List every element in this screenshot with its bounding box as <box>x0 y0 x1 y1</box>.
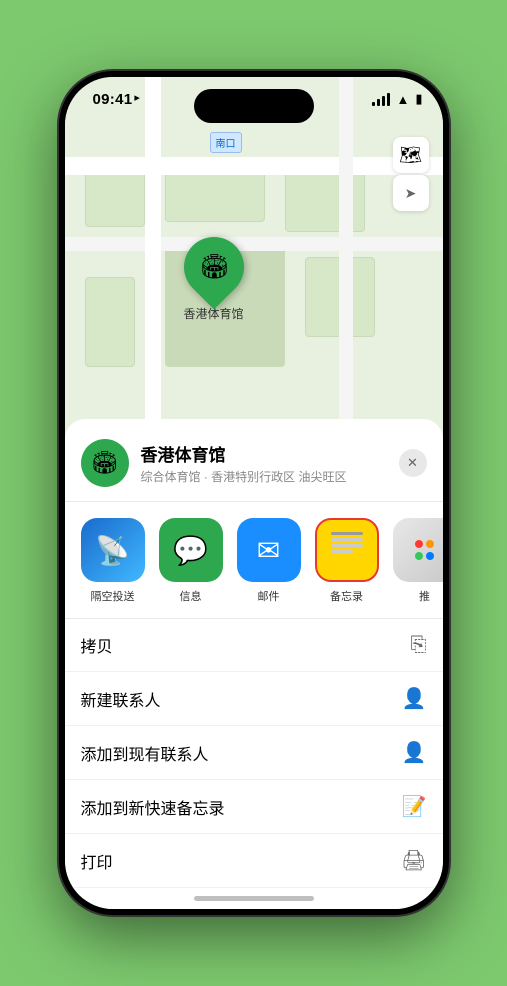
share-item-mail[interactable]: ✉ 邮件 <box>237 518 301 604</box>
mail-icon-wrap: ✉ <box>237 518 301 582</box>
battery-icon: ▮ <box>415 91 422 107</box>
airdrop-label: 隔空投送 <box>91 588 135 604</box>
airdrop-icon: 📡 <box>95 534 130 567</box>
home-indicator <box>194 896 314 901</box>
signal-bars-icon <box>372 93 390 106</box>
menu-item-new-contact[interactable]: 新建联系人 👤 <box>65 672 443 726</box>
map-type-icon: 🗺 <box>399 145 422 166</box>
map-label: 南口 <box>210 132 242 153</box>
airdrop-icon-wrap: 📡 <box>81 518 145 582</box>
add-note-icon: 📝 <box>402 794 427 819</box>
menu-item-copy[interactable]: 拷贝 ⎘ <box>65 619 443 672</box>
map-block <box>85 277 135 367</box>
menu-item-copy-label: 拷贝 <box>81 633 411 657</box>
venue-header: 🏟 香港体育馆 综合体育馆 · 香港特别行政区 油尖旺区 ✕ <box>65 435 443 502</box>
map-type-button[interactable]: 🗺 <box>393 137 429 173</box>
share-item-more[interactable]: 推 <box>393 518 443 604</box>
menu-item-add-note-label: 添加到新快速备忘录 <box>81 795 402 819</box>
new-contact-icon: 👤 <box>402 686 427 711</box>
menu-item-print-label: 打印 <box>81 849 402 873</box>
more-icon-wrap <box>393 518 443 582</box>
location-arrow-icon: ▸ <box>134 91 140 104</box>
location-button[interactable]: ➤ <box>393 175 429 211</box>
venue-icon-symbol: 🏟 <box>91 450 119 476</box>
mail-icon: ✉ <box>257 534 280 567</box>
print-icon: 🖨 <box>401 848 426 873</box>
map-controls: 🗺 ➤ <box>393 137 429 211</box>
venue-info: 香港体育馆 综合体育馆 · 香港特别行政区 油尖旺区 <box>141 441 399 485</box>
notes-label: 备忘录 <box>330 588 363 604</box>
wifi-icon: ▲ <box>396 92 409 107</box>
notes-icon-wrap <box>315 518 379 582</box>
message-icon-wrap: 💬 <box>159 518 223 582</box>
menu-item-new-contact-label: 新建联系人 <box>81 687 402 711</box>
location-icon: ➤ <box>405 185 417 202</box>
status-time: 09:41 <box>93 91 133 108</box>
menu-item-print[interactable]: 打印 🖨 <box>65 834 443 888</box>
map-block <box>165 167 265 222</box>
pin-circle: 🏟 <box>171 225 256 310</box>
mail-label: 邮件 <box>258 588 280 604</box>
bottom-sheet: 🏟 香港体育馆 综合体育馆 · 香港特别行政区 油尖旺区 ✕ 📡 隔空投送 <box>65 419 443 909</box>
venue-name: 香港体育馆 <box>141 441 399 466</box>
phone-screen: 09:41 ▸ ▲ ▮ <box>65 77 443 909</box>
share-item-airdrop[interactable]: 📡 隔空投送 <box>81 518 145 604</box>
share-row: 📡 隔空投送 💬 信息 ✉ 邮件 <box>65 502 443 619</box>
map-road-h2 <box>65 237 443 251</box>
dynamic-island <box>194 89 314 123</box>
map-block <box>285 167 365 232</box>
venue-icon: 🏟 <box>81 439 129 487</box>
menu-item-add-existing-label: 添加到现有联系人 <box>81 741 402 765</box>
copy-icon: ⎘ <box>411 634 427 657</box>
share-item-notes[interactable]: 备忘录 <box>315 518 379 604</box>
pin-icon: 🏟 <box>198 253 228 282</box>
map-road-h <box>65 157 443 175</box>
menu-list: 拷贝 ⎘ 新建联系人 👤 添加到现有联系人 👤 添加到新快速备忘录 📝 打印 <box>65 619 443 888</box>
phone-frame: 09:41 ▸ ▲ ▮ <box>59 71 449 915</box>
venue-subtitle: 综合体育馆 · 香港特别行政区 油尖旺区 <box>141 468 399 485</box>
message-label: 信息 <box>180 588 202 604</box>
close-button[interactable]: ✕ <box>399 449 427 477</box>
close-icon: ✕ <box>407 455 418 471</box>
map-block <box>85 167 145 227</box>
menu-item-add-note[interactable]: 添加到新快速备忘录 📝 <box>65 780 443 834</box>
more-label: 推 <box>419 588 430 604</box>
add-existing-contact-icon: 👤 <box>402 740 427 765</box>
stadium-pin: 🏟 香港体育馆 <box>184 237 244 322</box>
share-item-message[interactable]: 💬 信息 <box>159 518 223 604</box>
status-icons: ▲ ▮ <box>372 91 422 107</box>
notes-paper <box>326 526 368 574</box>
message-icon: 💬 <box>173 534 208 567</box>
menu-item-add-existing-contact[interactable]: 添加到现有联系人 👤 <box>65 726 443 780</box>
